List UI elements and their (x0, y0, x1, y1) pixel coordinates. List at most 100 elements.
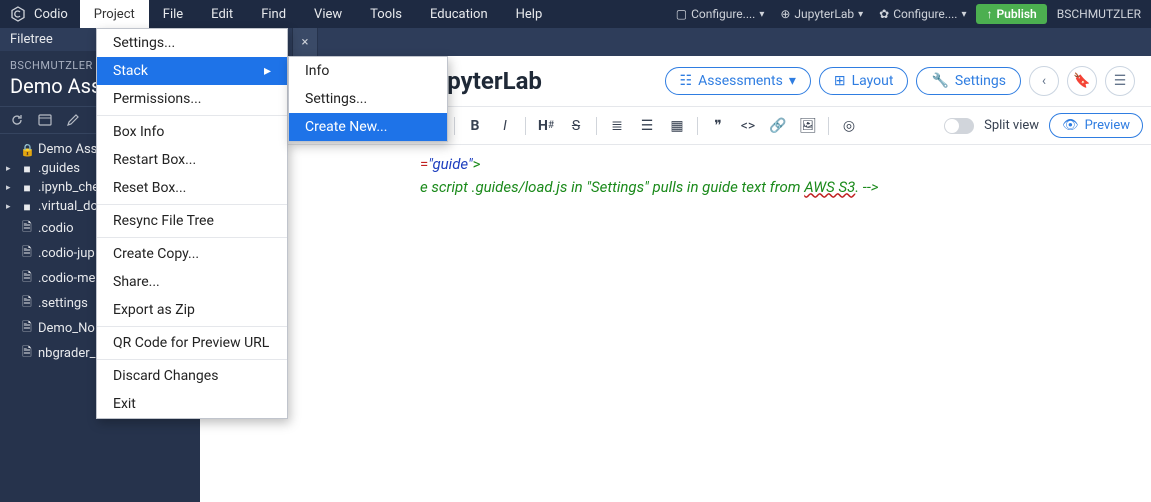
menu-education[interactable]: Education (416, 0, 502, 28)
jupyterlab-chip[interactable]: ⊕ JupyterLab ▾ (774, 7, 869, 21)
code-text: > (473, 155, 481, 173)
ul-button[interactable]: ☰ (633, 114, 661, 138)
publish-label: Publish (996, 7, 1036, 21)
splitview-label: Split view (984, 118, 1039, 133)
table-button[interactable]: ▦ (663, 114, 691, 138)
menu-edit[interactable]: Edit (197, 0, 247, 28)
tree-label: .virtual_do (38, 199, 98, 214)
splitview-toggle[interactable] (944, 118, 974, 134)
dd-settings[interactable]: Settings... (97, 29, 287, 57)
menubar-right: ▢ Configure.... ▾ ⊕ JupyterLab ▾ ✿ Confi… (670, 0, 1151, 28)
refresh-icon[interactable] (8, 111, 26, 129)
preview-label: Preview (1085, 118, 1130, 133)
folder-icon: ■ (20, 181, 34, 195)
settings-button[interactable]: 🔧 Settings (916, 67, 1021, 95)
menu-file[interactable]: File (149, 0, 197, 28)
bookmark-icon: 🔖 (1073, 73, 1090, 89)
heading-button[interactable]: H# (532, 114, 560, 138)
unordered-list-icon: ☰ (641, 118, 654, 134)
dd-share[interactable]: Share... (97, 268, 287, 296)
quote-icon: ❞ (714, 118, 722, 134)
menu-project[interactable]: Project (80, 0, 149, 28)
code-button[interactable]: <> (734, 114, 762, 138)
dd-exit[interactable]: Exit (97, 390, 287, 418)
chevron-down-icon: ▾ (858, 9, 863, 20)
italic-button[interactable]: I (491, 114, 519, 138)
jupyterlab-label: JupyterLab (794, 7, 854, 21)
dd-createcopy[interactable]: Create Copy... (97, 240, 287, 268)
stack-submenu: Info Settings... Create New... (288, 56, 448, 142)
file-icon: 🗎 (20, 293, 34, 314)
codio-logo-icon (10, 6, 26, 22)
chevron-left-icon: ‹ (1042, 73, 1046, 89)
configure-chip-2[interactable]: ✿ Configure.... ▾ (873, 7, 972, 21)
dd-reset[interactable]: Reset Box... (97, 174, 287, 202)
user-name: BSCHMUTZLER (1057, 7, 1141, 21)
file-icon: 🗎 (20, 218, 34, 239)
bold-button[interactable]: B (461, 114, 489, 138)
layout-label: Layout (852, 73, 894, 89)
link-button[interactable]: 🔗 (764, 114, 792, 138)
dd-qrcode[interactable]: QR Code for Preview URL (97, 329, 287, 357)
layout-button[interactable]: ⊞ Layout (819, 67, 909, 95)
menu-tools[interactable]: Tools (356, 0, 416, 28)
globe-icon: ⊕ (780, 7, 790, 21)
settings-label: Settings (955, 73, 1006, 89)
tree-label: .settings (38, 296, 88, 311)
image-icon: 🖼 (799, 118, 817, 134)
tree-label: nbgrader_ (38, 346, 96, 361)
app-name: Codio (34, 7, 68, 22)
eye-icon: 👁 (1062, 118, 1079, 133)
editor-toolbar-right: Split view 👁 Preview (944, 113, 1143, 138)
list-button[interactable]: ☰ (1105, 66, 1135, 96)
code-text: = (420, 155, 428, 173)
sm-info[interactable]: Info (289, 57, 447, 85)
tabs-row: × (200, 28, 1151, 56)
configure-label-1: Configure.... (691, 7, 755, 21)
file-icon: 🗎 (20, 268, 34, 289)
configure-chip-1[interactable]: ▢ Configure.... ▾ (670, 7, 771, 21)
publish-button[interactable]: ↑ Publish (976, 4, 1046, 24)
image-button[interactable]: 🖼 (794, 114, 822, 138)
target-button[interactable]: ◎ (835, 114, 863, 138)
table-icon: ▦ (670, 118, 683, 134)
bookmark-button[interactable]: 🔖 (1067, 66, 1097, 96)
folder-icon: ■ (20, 200, 34, 214)
ol-button[interactable]: ≣ (603, 114, 631, 138)
dd-permissions[interactable]: Permissions... (97, 85, 287, 113)
dd-export[interactable]: Export as Zip (97, 296, 287, 324)
wrench-icon: 🔧 (931, 73, 948, 89)
tab-close-button[interactable]: × (292, 28, 318, 56)
quote-button[interactable]: ❞ (704, 114, 732, 138)
code-text: AWS S3 (804, 178, 855, 196)
dd-resync[interactable]: Resync File Tree (97, 207, 287, 235)
menubar: Codio Project File Edit Find View Tools … (0, 0, 1151, 28)
pencil-icon[interactable] (64, 111, 82, 129)
menu-find[interactable]: Find (247, 0, 300, 28)
chevron-down-icon: ▾ (789, 73, 796, 89)
dd-stack[interactable]: Stack▸ (97, 57, 287, 85)
menu-view[interactable]: View (300, 0, 356, 28)
dd-discard[interactable]: Discard Changes (97, 362, 287, 390)
chevron-down-icon: ▾ (759, 9, 764, 20)
code-icon: <> (741, 118, 755, 134)
preview-button[interactable]: 👁 Preview (1049, 113, 1143, 138)
dd-boxinfo[interactable]: Box Info (97, 118, 287, 146)
code-text: . --> (855, 178, 878, 196)
assessments-button[interactable]: ☷ Assessments ▾ (665, 67, 811, 95)
sliders-icon: ☷ (680, 73, 693, 89)
code-editor[interactable]: ="guide"> e script .guides/load.js in "S… (200, 145, 1151, 502)
project-dropdown: Settings... Stack▸ Permissions... Box In… (96, 28, 288, 419)
sm-settings[interactable]: Settings... (289, 85, 447, 113)
panel-icon[interactable] (36, 111, 54, 129)
sm-create-new[interactable]: Create New... (289, 113, 447, 141)
code-text: "guide" (428, 155, 472, 173)
tree-label: .ipynb_che (38, 180, 99, 195)
dd-restart[interactable]: Restart Box... (97, 146, 287, 174)
guide-actions: ☷ Assessments ▾ ⊞ Layout 🔧 Settings ‹ 🔖 … (665, 66, 1135, 96)
prev-page-button[interactable]: ‹ (1029, 66, 1059, 96)
tree-label: Demo_No (38, 321, 95, 336)
menu-help[interactable]: Help (502, 0, 557, 28)
tree-label: .codio-me (38, 271, 95, 286)
strike-button[interactable]: S (562, 114, 590, 138)
